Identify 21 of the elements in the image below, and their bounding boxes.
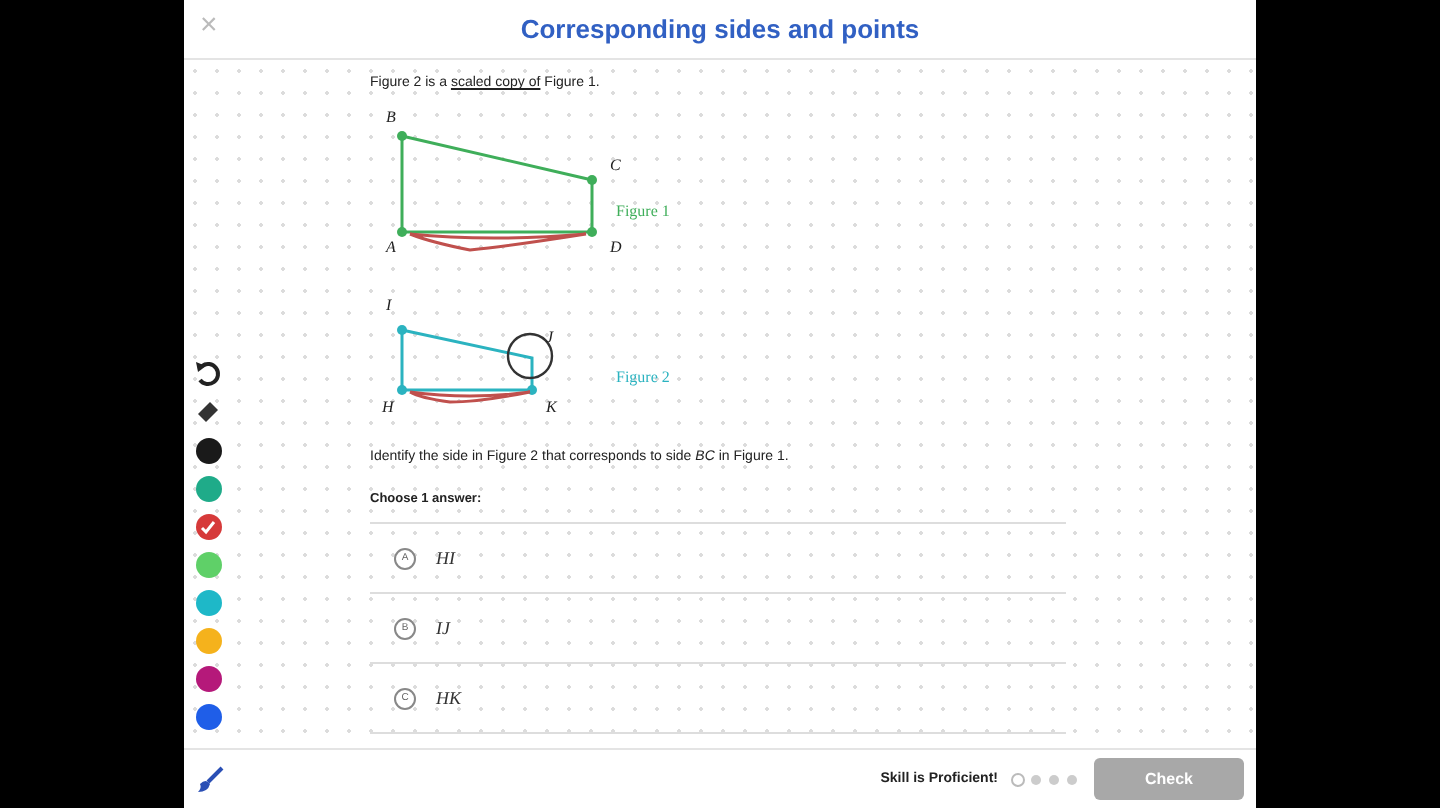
point-label: D [610, 238, 622, 256]
point-label: H [382, 398, 394, 416]
point-label: C [610, 156, 621, 174]
choice-text: HK [436, 688, 462, 708]
choice-text: IJ [436, 618, 450, 638]
undo-icon[interactable] [194, 360, 222, 388]
point-label: B [386, 108, 396, 126]
pen-scribble [408, 390, 532, 404]
point-label: A [386, 238, 396, 256]
figure-caption: Figure 2 [616, 368, 670, 386]
point-label: I [386, 296, 392, 314]
progress-dots [1010, 771, 1078, 787]
brush-icon[interactable] [196, 765, 224, 793]
quadrilateral-outline [397, 325, 537, 395]
eraser-icon[interactable] [194, 398, 222, 426]
figure-caption: Figure 1 [616, 202, 670, 220]
point-label: J [546, 328, 554, 346]
exercise-title: Corresponding sides and points [520, 14, 920, 44]
point-label: K [546, 398, 557, 416]
circle-annotation [506, 332, 554, 380]
choice-text: HI [436, 548, 455, 568]
